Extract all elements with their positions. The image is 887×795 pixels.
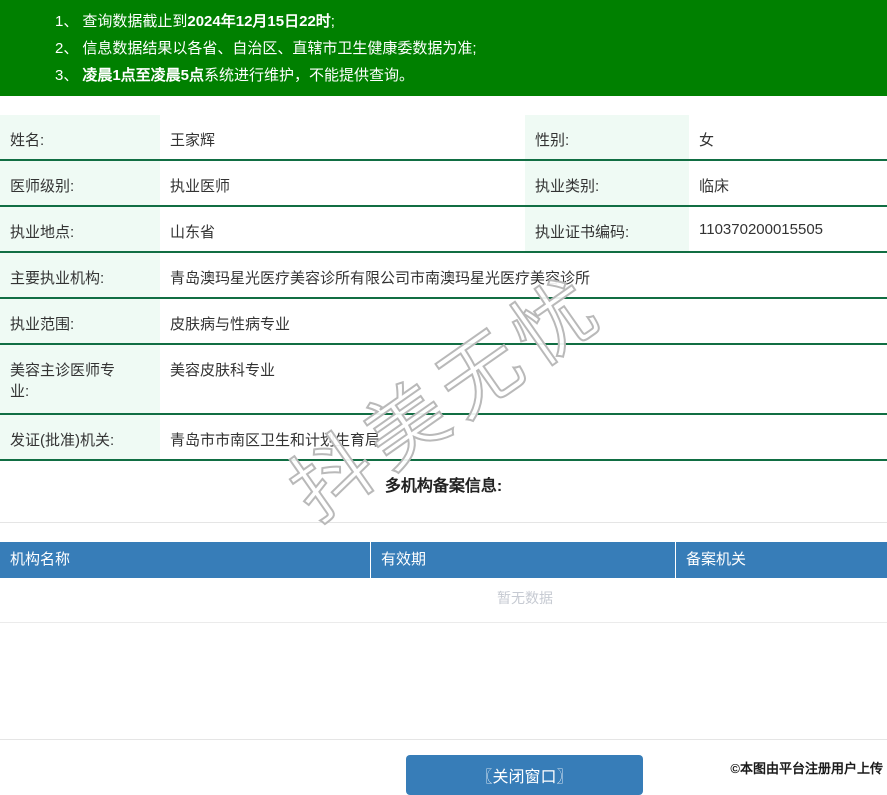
gender-value: 女 — [689, 115, 887, 159]
footer-divider — [0, 739, 887, 740]
license-info-table: 姓名: 王家辉 性别: 女 医师级别: 执业医师 执业类别: 临床 执业地点: … — [0, 115, 887, 461]
doctor-license-query-page: 1、查询数据截止到2024年12月15日22时; 2、信息数据结果以各省、自治区… — [0, 0, 887, 795]
notice-number: 2、 — [55, 40, 78, 57]
practice-category-value: 临床 — [689, 161, 887, 205]
notice-line-2: 2、信息数据结果以各省、自治区、直辖市卫生健康委数据为准; — [55, 35, 877, 62]
notice-line-1: 1、查询数据截止到2024年12月15日22时; — [55, 8, 877, 35]
multi-org-table-header: 机构名称 有效期 备案机关 — [0, 542, 887, 578]
table-row-issuing-authority: 发证(批准)机关: 青岛市市南区卫生和计划生育局 — [0, 415, 887, 461]
practice-category-label: 执业类别: — [525, 161, 689, 205]
name-label: 姓名: — [0, 115, 160, 159]
blank-area — [0, 623, 887, 739]
notice-text: ; — [331, 13, 335, 30]
table-row-name-gender: 姓名: 王家辉 性别: 女 — [0, 115, 887, 161]
notice-number: 3、 — [55, 67, 78, 84]
notice-text: 系统进行维护，不能提供查询。 — [204, 67, 414, 84]
close-window-button[interactable]: 〖关闭窗口〗 — [406, 755, 643, 795]
main-institution-value: 青岛澳玛星光医疗美容诊所有限公司市南澳玛星光医疗美容诊所 — [160, 253, 887, 297]
notice-text-bold: 凌晨1点至凌晨5点 — [82, 67, 204, 84]
main-institution-label: 主要执业机构: — [0, 253, 160, 297]
doctor-level-value: 执业医师 — [160, 161, 525, 205]
upload-credit-text: ©本图由平台注册用户上传 — [730, 758, 883, 777]
doctor-level-label: 医师级别: — [0, 161, 160, 205]
practice-scope-value: 皮肤病与性病专业 — [160, 299, 887, 343]
issuing-authority-value: 青岛市市南区卫生和计划生育局 — [160, 415, 887, 459]
column-header-validity-period: 有效期 — [371, 542, 676, 578]
practice-location-value: 山东省 — [160, 207, 525, 251]
certificate-number-label: 执业证书编码: — [525, 207, 689, 251]
gender-label: 性别: — [525, 115, 689, 159]
name-value: 王家辉 — [160, 115, 525, 159]
multi-org-empty-row: 暂无数据 — [0, 578, 887, 623]
notice-line-3: 3、凌晨1点至凌晨5点系统进行维护，不能提供查询。 — [55, 62, 877, 89]
column-header-filing-authority: 备案机关 — [676, 542, 887, 578]
practice-location-label: 执业地点: — [0, 207, 160, 251]
no-data-text: 暂无数据 — [497, 590, 553, 606]
table-row-cosmetic-specialty: 美容主诊医师专业: 美容皮肤科专业 — [0, 345, 887, 415]
multi-org-section-title: 多机构备案信息: — [0, 477, 887, 496]
section-divider — [0, 522, 887, 523]
table-row-practice-scope: 执业范围: 皮肤病与性病专业 — [0, 299, 887, 345]
notice-text: 信息数据结果以各省、自治区、直辖市卫生健康委数据为准; — [82, 40, 476, 57]
certificate-number-value: 110370200015505 — [689, 207, 887, 251]
table-row-location-certno: 执业地点: 山东省 执业证书编码: 110370200015505 — [0, 207, 887, 253]
practice-scope-label: 执业范围: — [0, 299, 160, 343]
issuing-authority-label: 发证(批准)机关: — [0, 415, 160, 459]
notice-number: 1、 — [55, 13, 78, 30]
notice-text: 查询数据截止到 — [82, 13, 187, 30]
table-row-level-category: 医师级别: 执业医师 执业类别: 临床 — [0, 161, 887, 207]
table-row-main-institution: 主要执业机构: 青岛澳玛星光医疗美容诊所有限公司市南澳玛星光医疗美容诊所 — [0, 253, 887, 299]
notice-panel: 1、查询数据截止到2024年12月15日22时; 2、信息数据结果以各省、自治区… — [0, 0, 887, 96]
cosmetic-specialty-label-text: 美容主诊医师专业: — [10, 359, 120, 401]
cosmetic-specialty-label: 美容主诊医师专业: — [0, 345, 160, 413]
column-header-institution-name: 机构名称 — [0, 542, 371, 578]
cosmetic-specialty-value: 美容皮肤科专业 — [160, 345, 887, 413]
notice-text-bold: 2024年12月15日22时 — [187, 13, 330, 30]
